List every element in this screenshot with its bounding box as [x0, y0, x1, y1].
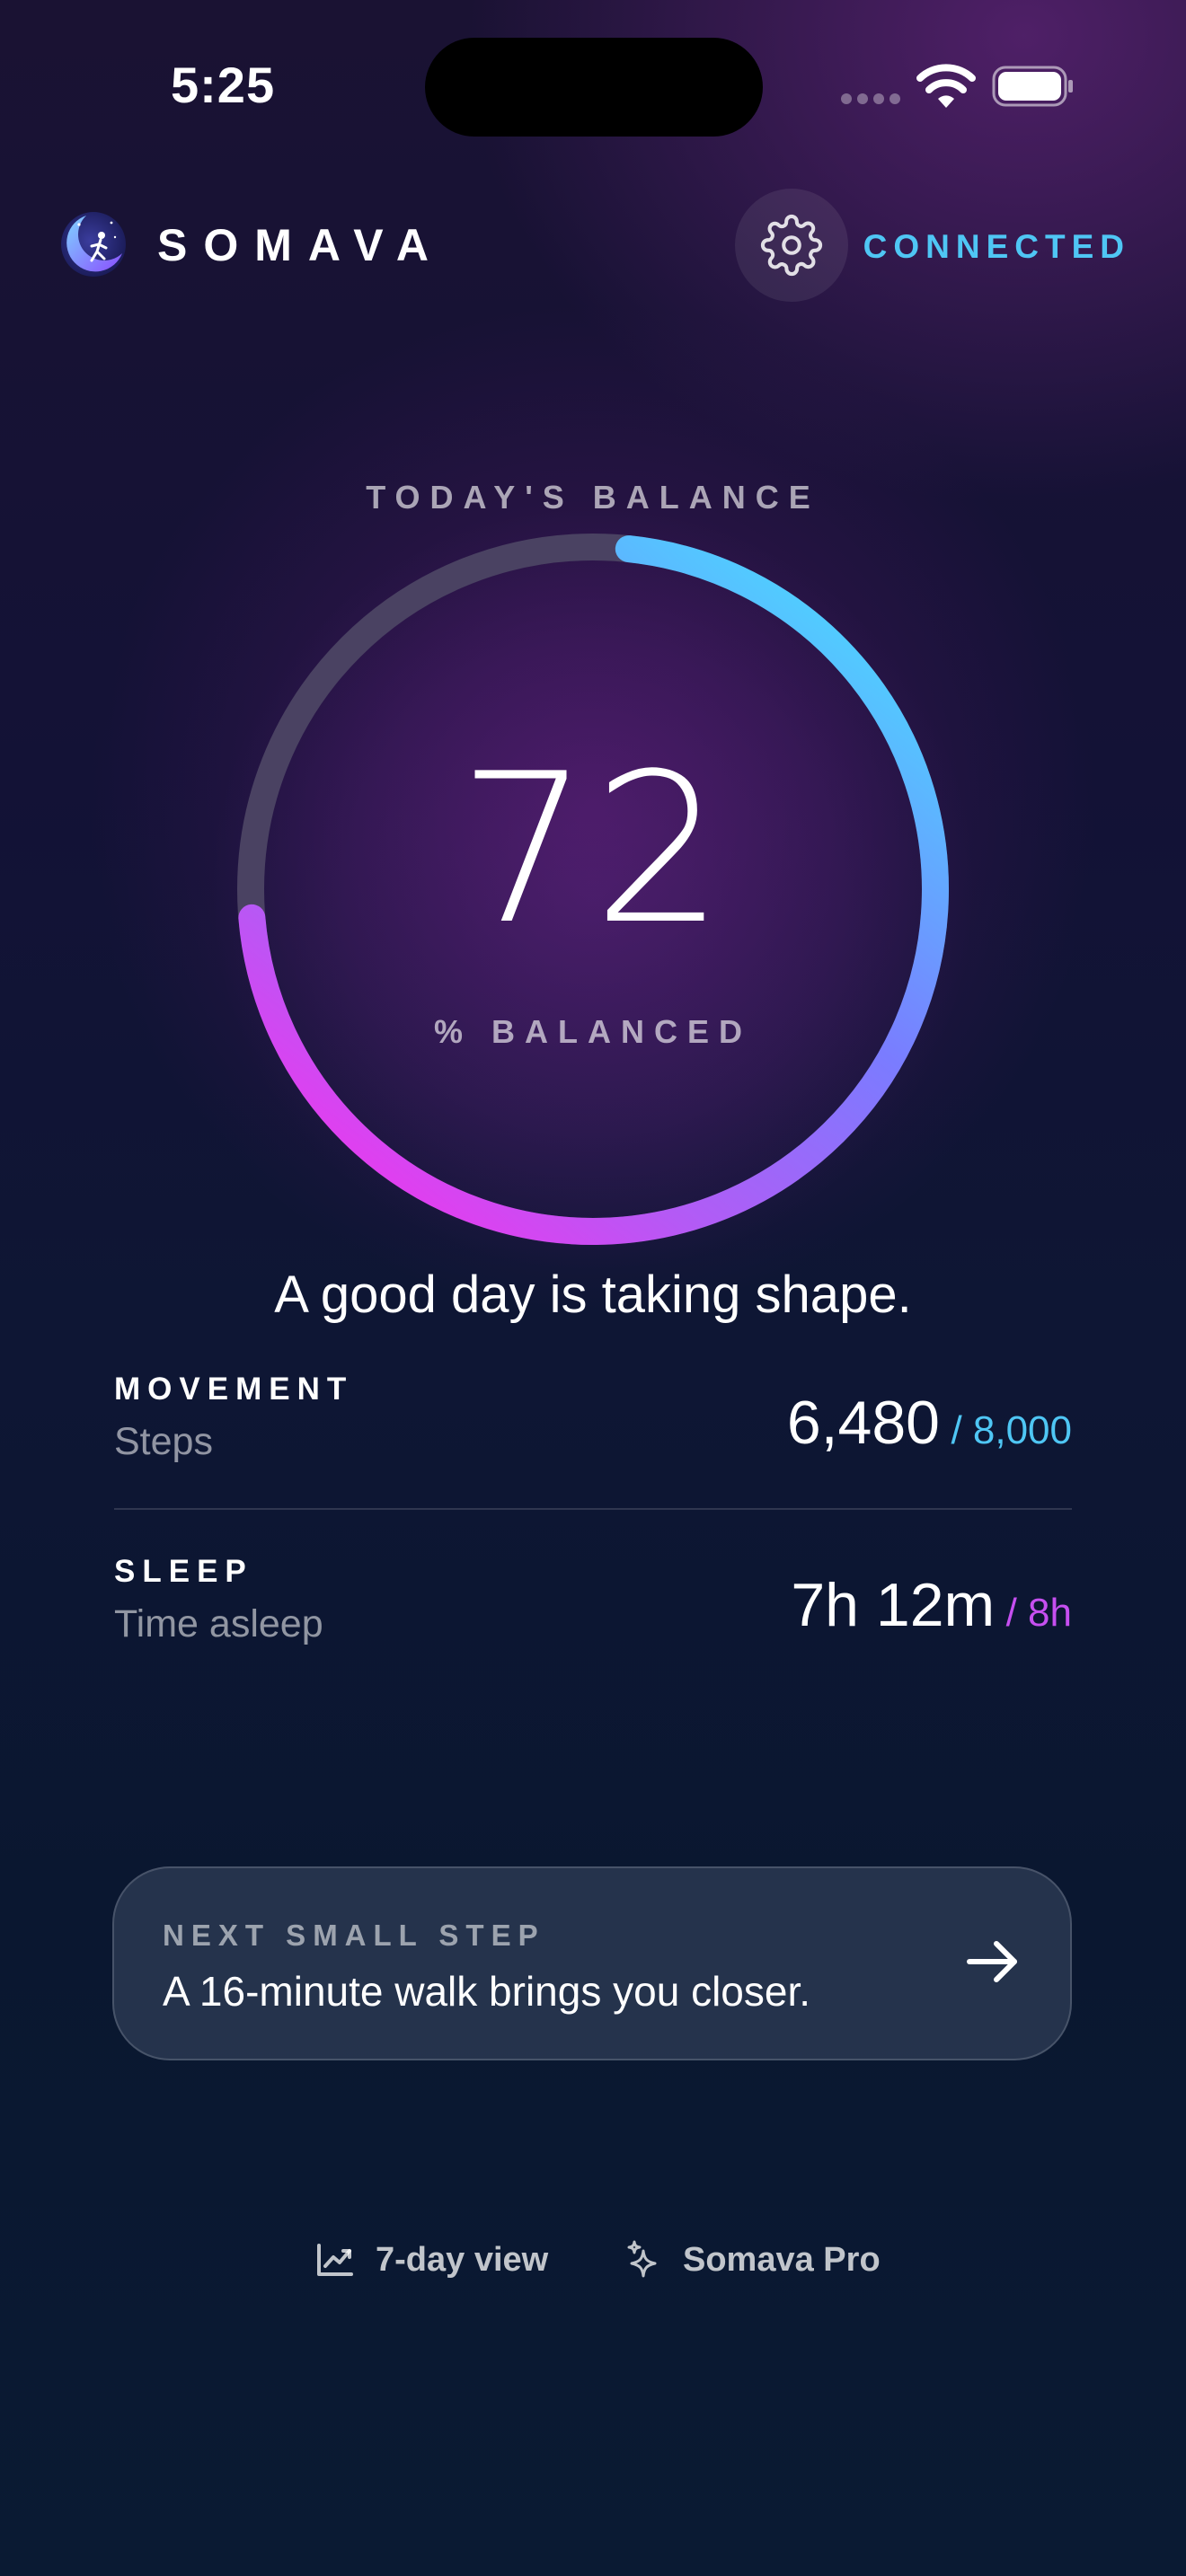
sparkle-icon	[627, 2240, 657, 2278]
next-step-card[interactable]: NEXT SMALL STEP A 16-minute walk brings …	[112, 1866, 1072, 2060]
logo-icon	[61, 212, 126, 277]
metric-goal: / 8h	[1005, 1591, 1072, 1635]
metric-value: 6,480	[786, 1389, 940, 1457]
metric-subtitle: Time asleep	[114, 1602, 323, 1645]
balance-unit-label: % BALANCED	[433, 1013, 752, 1050]
metric-value: 7h 12m	[791, 1571, 996, 1639]
cellular-signal-icon	[841, 93, 900, 104]
arrow-right-icon[interactable]	[964, 1936, 1022, 1987]
brand-name: SOMAVA	[157, 220, 446, 270]
balance-value: 72	[457, 730, 729, 970]
chart-trend-icon	[317, 2244, 353, 2276]
seven-day-view-link[interactable]: 7-day view	[316, 2235, 548, 2285]
settings-button[interactable]	[735, 189, 848, 302]
metric-value-group: 6,480 / 8,000	[787, 1388, 1072, 1458]
metric-divider	[114, 1508, 1072, 1510]
metric-title: MOVEMENT	[114, 1372, 354, 1407]
next-step-text: A 16-minute walk brings you closer.	[163, 1968, 811, 2015]
connection-status: CONNECTED	[863, 228, 1130, 265]
status-time: 5:25	[171, 57, 276, 113]
somava-pro-link[interactable]: Somava Pro	[625, 2235, 881, 2285]
somava-pro-label: Somava Pro	[683, 2240, 881, 2279]
dynamic-island	[425, 38, 763, 137]
metric-goal: / 8,000	[951, 1408, 1072, 1452]
home-screen: 5:25 SOMAVA CONNECTED TODAY'S BALANCE 72…	[0, 0, 1186, 2576]
metric-subtitle: Steps	[114, 1420, 213, 1463]
balance-tagline: A good day is taking shape.	[274, 1266, 912, 1324]
metric-value-group: 7h 12m / 8h	[791, 1570, 1072, 1640]
seven-day-view-label: 7-day view	[376, 2240, 549, 2279]
battery-icon	[992, 66, 1073, 107]
gear-icon	[760, 214, 823, 277]
metric-title: SLEEP	[114, 1554, 253, 1589]
wifi-icon	[916, 64, 976, 108]
next-step-label: NEXT SMALL STEP	[163, 1919, 545, 1952]
